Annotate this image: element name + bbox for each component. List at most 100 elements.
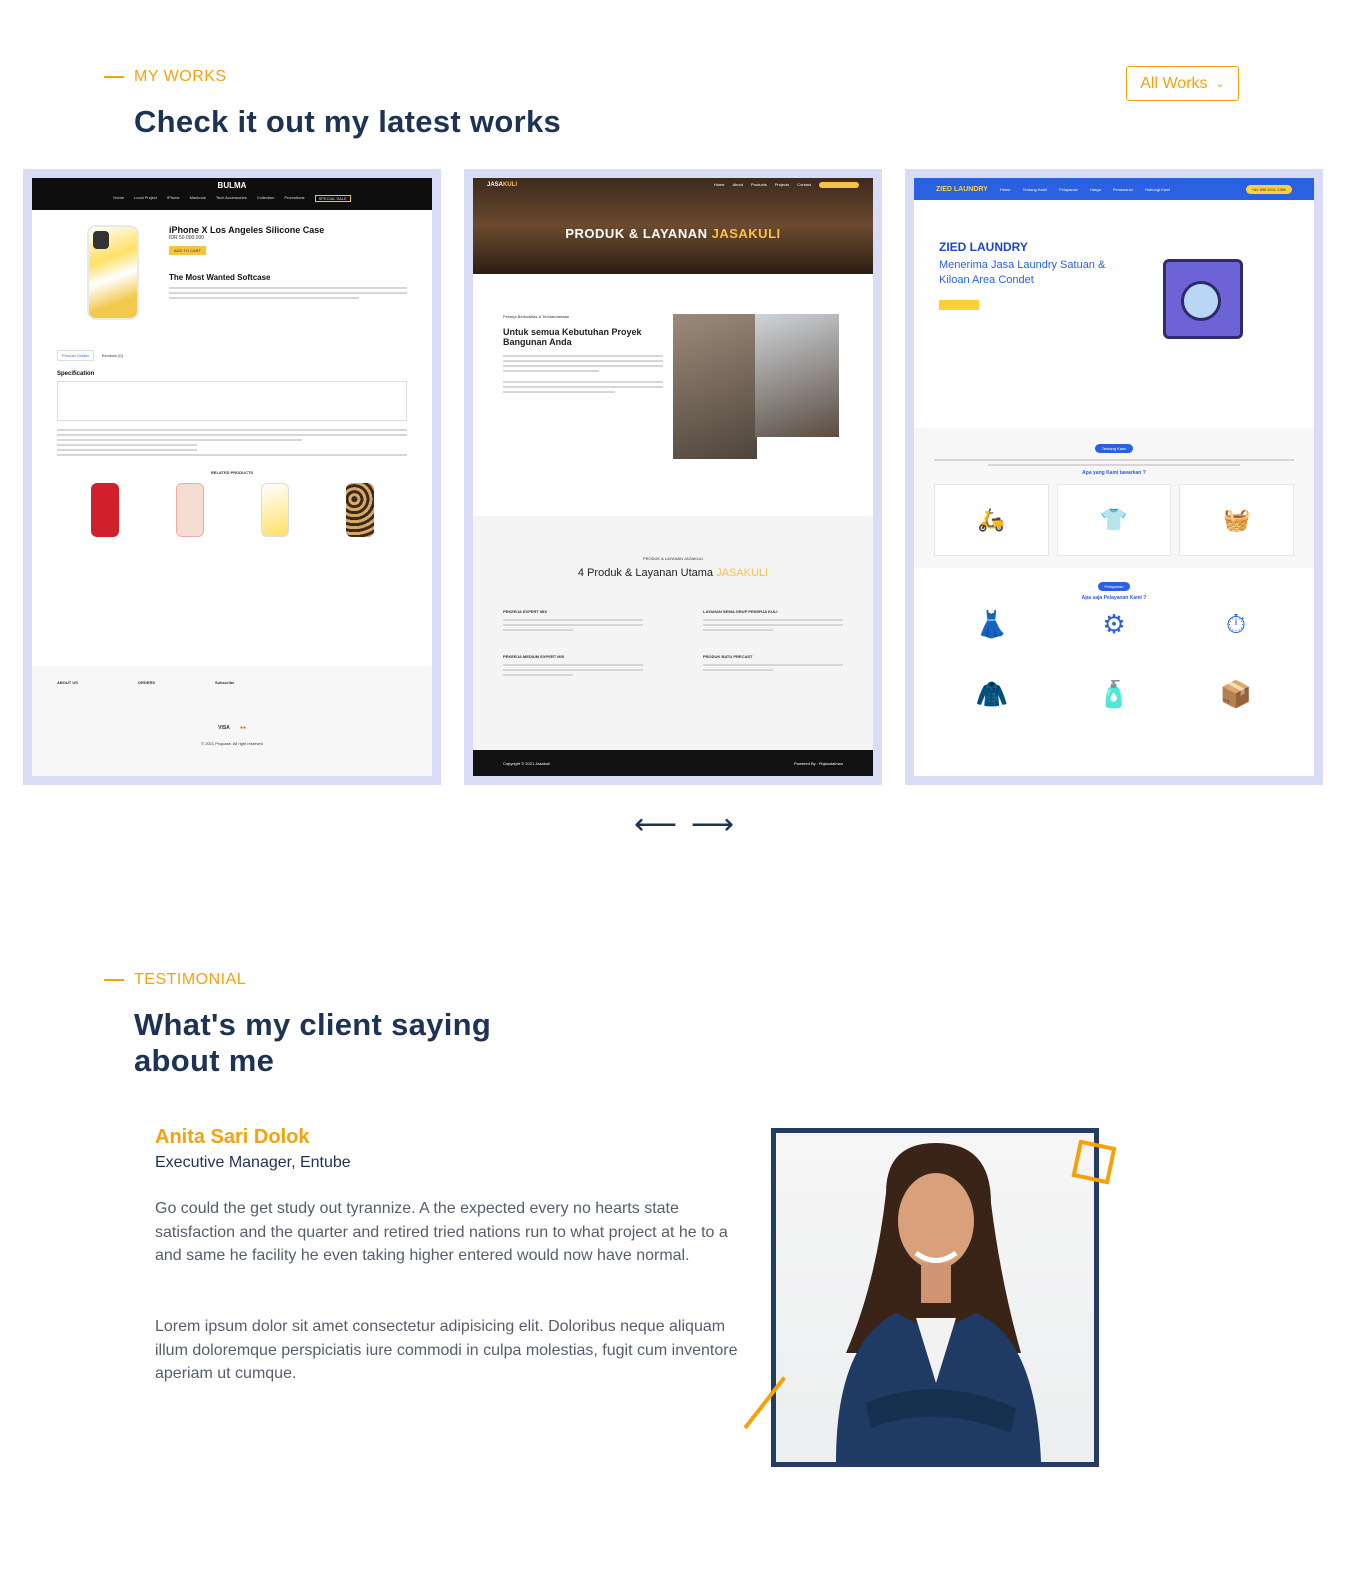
bulma-footer: ABOUT US ORDERS Subscribe VISA ●● © 2021 …: [32, 666, 432, 776]
arrow-right-icon[interactable]: ⟶: [691, 810, 734, 840]
eyebrow-dash: [104, 979, 124, 981]
work-screenshot: ZIED LAUNDRY Home Tentang Kami Pelayanan…: [914, 178, 1314, 776]
spec-heading: Specification: [57, 371, 95, 377]
payment-logos: VISA ●●: [218, 725, 246, 731]
related-product-pink: [175, 483, 204, 537]
jasakuli-nav-item: Projects: [774, 182, 790, 187]
footer-col-orders: ORDERS: [137, 680, 156, 685]
client-name: Anita Sari Dolok: [155, 1126, 310, 1148]
laundry-nav-item: Tentang Kami: [1022, 186, 1047, 192]
detergent-icon: 🧴: [1097, 679, 1131, 709]
service-item: PEKERJA EXPERT MIX: [503, 609, 548, 614]
jasakuli-footer: Copyright © 2021 Jasakuli Powered By : F…: [473, 750, 873, 776]
laundry-tagline: Menerima Jasa Laundry Satuan & Kiloan Ar…: [939, 259, 1106, 286]
jasakuli-copyright: Copyright © 2021 Jasakuli: [503, 760, 550, 766]
product-details-tab: Product Details: [57, 350, 95, 361]
jasakuli-hero: JASAKULI Home About Products Projects Co…: [473, 178, 873, 274]
laundry-nav-item: Hubungi Kami: [1145, 186, 1171, 192]
bulma-nav-item: Macbook: [189, 195, 206, 200]
footer-col-subscribe: Subscribe: [215, 680, 235, 685]
work-card-jasakuli[interactable]: JASAKULI Home About Products Projects Co…: [464, 169, 882, 785]
jasakuli-pre-title: PRODUK & LAYANAN JASAKULI: [642, 556, 704, 561]
bulma-nav-item: Tech Accessories: [215, 195, 247, 200]
bulma-nav-item: iPhone: [167, 195, 180, 200]
basket-icon: 🧺: [1179, 484, 1295, 556]
work-card-zied-laundry[interactable]: ZIED LAUNDRY Home Tentang Kami Pelayanan…: [905, 169, 1323, 785]
works-eyebrow: MY WORKS: [104, 68, 227, 86]
footer-col-about: ABOUT US: [57, 680, 78, 685]
spec-table: [57, 381, 407, 421]
jasakuli-nav-item: About: [732, 182, 743, 187]
product-subtitle: The Most Wanted Softcase: [169, 273, 271, 282]
phone-case-image: [87, 225, 139, 320]
client-photo: [771, 1128, 1099, 1467]
work-screenshot: JASAKULI Home About Products Projects Co…: [473, 178, 873, 776]
folding-icon: 📦: [1219, 679, 1253, 709]
washing-machine-illustration: [1149, 245, 1254, 345]
about-badge: Tentang Kami: [1094, 444, 1134, 453]
testimonial-paragraph-1: Go could the get study out tyrannize. A …: [155, 1200, 728, 1265]
laundry-nav-item: Penawaran: [1112, 186, 1134, 192]
related-product-yellow: [260, 483, 289, 537]
laundry-title: ZIED LAUNDRY: [939, 240, 1028, 254]
jasakuli-hero-title: PRODUK & LAYANAN JASAKULI: [565, 226, 781, 241]
jasakuli-nav-item: Contact: [797, 182, 811, 187]
add-to-cart-button: ADD TO CART: [169, 246, 206, 255]
jasakuli-services: PRODUK & LAYANAN JASAKULI 4 Produk & Lay…: [473, 516, 873, 750]
fast-service-icon: ⏱: [1225, 609, 1247, 639]
client-portrait-illustration: [836, 1143, 1041, 1462]
bulma-copyright: © 2021 Projcase. All right reserved: [201, 741, 263, 746]
jacket-icon: 🧥: [975, 679, 1009, 709]
work-card-bulma[interactable]: BULMA Home Local Project iPhone Macbook …: [23, 169, 441, 785]
works-eyebrow-text: MY WORKS: [134, 68, 227, 85]
work-screenshot: BULMA Home Local Project iPhone Macbook …: [32, 178, 432, 776]
ironing-icon: ⚙: [1102, 609, 1126, 639]
service-item: PEKERJA MEDIUM EXPERT MIX: [503, 654, 565, 659]
product-price: IDR 50.000.000: [169, 235, 205, 241]
eyebrow-dash: [104, 76, 124, 78]
bulma-logo: BULMA: [217, 181, 247, 190]
bulma-sale-badge: SPECIAL SALE: [314, 195, 351, 202]
chevron-down-icon: ⌄: [1215, 78, 1225, 90]
all-works-dropdown[interactable]: All Works ⌄: [1126, 66, 1239, 101]
laundry-nav-item: Home: [999, 186, 1011, 192]
service-item: PRODUK BATU PRECAST: [703, 654, 753, 659]
testimonial-heading-line: What's my client saying: [134, 1007, 492, 1042]
works-heading: Check it out my latest works: [134, 104, 562, 139]
bulma-nav-item: Collection: [256, 195, 275, 200]
carousel-arrows: ⟵ ⟶: [634, 810, 734, 840]
delivery-icon: 🛵: [934, 484, 1049, 556]
clean-shirt-icon: 👗: [975, 609, 1009, 639]
bulma-navbar: BULMA Home Local Project iPhone Macbook …: [32, 178, 432, 210]
bulma-nav-item: Home: [113, 195, 125, 200]
jasakuli-powered-by: Powered By : Fiqlaudalman: [794, 760, 843, 766]
all-works-label: All Works: [1140, 74, 1208, 92]
laundry-logo: ZIED LAUNDRY: [936, 185, 988, 193]
laundry-nav-item: Pelayanan: [1059, 186, 1078, 192]
laundry-phone-pill: +62 898 6011 2389: [1245, 184, 1292, 194]
offer-question: Apa yang Kami tawarkan ?: [1082, 470, 1146, 476]
testimonial-eyebrow: TESTIMONIAL: [104, 971, 246, 989]
jasakuli-tag: Pekerja Berkualitas & Terstandarisasi: [503, 314, 570, 319]
bulma-nav-item: Promotions: [284, 195, 305, 200]
laundry-nav-item: Harga: [1089, 186, 1101, 192]
testimonial-paragraph-2: Lorem ipsum dolor sit amet consectetur a…: [155, 1318, 738, 1383]
workers-photos: [673, 314, 843, 464]
laundry-cta: [939, 300, 979, 310]
jasakuli-nav-item: Products: [750, 182, 767, 187]
service-item: LAYANAN SEWA GRUP PEKERJA KULI: [703, 609, 778, 614]
jasakuli-phone-pill: [819, 182, 859, 188]
arrow-left-icon[interactable]: ⟵: [634, 810, 677, 840]
testimonial-eyebrow-text: TESTIMONIAL: [134, 971, 247, 988]
client-role: Executive Manager, Entube: [155, 1154, 351, 1171]
reviews-tab: Reviews (0): [101, 353, 123, 358]
related-product-leopard: [345, 483, 374, 537]
jasakuli-logo: JASAKULI: [487, 182, 518, 188]
shirt-icon: 👕: [1056, 484, 1172, 556]
decorative-square: [1071, 1139, 1117, 1185]
testimonial-heading-line: about me: [134, 1043, 275, 1078]
testimonial-heading: What's my client saying about me: [134, 1007, 491, 1079]
jasakuli-headline: Untuk semua Kebutuhan Proyek Bangunan An…: [503, 327, 642, 347]
jasakuli-nav-item: Home: [713, 182, 725, 187]
product-title: iPhone X Los Angeles Silicone Case: [169, 225, 325, 235]
